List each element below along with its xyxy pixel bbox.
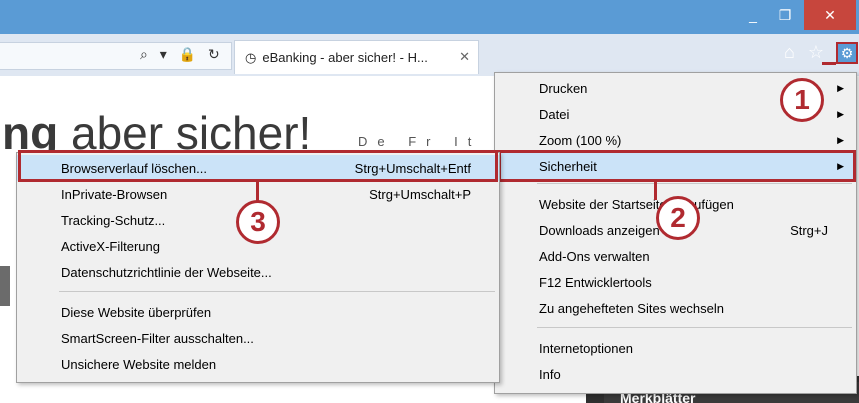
star-icon[interactable]: ☆ <box>808 42 824 62</box>
left-panel <box>0 266 10 306</box>
globe-icon: ◷ <box>245 49 257 65</box>
browserverlauf-outline <box>18 150 498 182</box>
menu-label: Website der Startseite hinzufügen <box>539 196 734 212</box>
step-two-badge: 2 <box>656 196 700 240</box>
toolbar-icons: ⌂ ☆ <box>784 42 832 63</box>
address-bar: ⌕ ▾ 🔒 ↻ ◷ eBanking - aber sicher! - H...… <box>0 34 859 76</box>
tab-close-icon[interactable]: ✕ <box>459 49 470 65</box>
menu-separator <box>59 291 495 292</box>
badge-two-connector <box>654 182 657 200</box>
menu-label: Datei <box>539 106 570 122</box>
address-icons[interactable]: ⌕ ▾ 🔒 ↻ <box>140 46 224 63</box>
step-three-badge: 3 <box>236 200 280 244</box>
menu-label: Zu angehefteten Sites wechseln <box>539 300 725 316</box>
tab-ebanking[interactable]: ◷ eBanking - aber sicher! - H... ✕ <box>234 40 479 74</box>
menu-label: SmartScreen-Filter ausschalten... <box>61 330 254 346</box>
menu-label: Add-Ons verwalten <box>539 248 650 264</box>
menu-item-f12[interactable]: F12 Entwicklertools <box>495 269 856 295</box>
menu-label: Tracking-Schutz... <box>61 212 166 228</box>
step-one-badge: 1 <box>780 78 824 122</box>
menu-item-pinned-sites[interactable]: Zu angehefteten Sites wechseln <box>495 295 856 321</box>
menu-label: InPrivate-Browsen <box>61 186 168 202</box>
menu-label: Datenschutzrichtlinie der Webseite... <box>61 264 272 280</box>
badge-three-connector <box>256 182 259 202</box>
submenu-arrow-icon: ▶ <box>837 108 844 119</box>
menu-label: Downloads anzeigen <box>539 222 660 238</box>
tab-title: eBanking - aber sicher! - H... <box>262 50 428 65</box>
menu-label: ActiveX-Filterung <box>61 238 160 254</box>
submenu-item-unsichere[interactable]: Unsichere Website melden <box>17 351 499 377</box>
menu-label: Diese Website überprüfen <box>61 304 212 320</box>
menu-label: Zoom (100 %) <box>539 132 622 148</box>
sicherheit-outline <box>498 150 856 182</box>
submenu-item-ueberpruefen[interactable]: Diese Website überprüfen <box>17 299 499 325</box>
close-button[interactable]: ✕ <box>804 0 856 30</box>
menu-item-info[interactable]: Info <box>495 361 856 387</box>
menu-label: F12 Entwicklertools <box>539 274 652 290</box>
menu-label: Info <box>539 366 561 382</box>
menu-separator <box>537 183 852 184</box>
submenu-arrow-icon: ▶ <box>837 82 844 93</box>
menu-label: Internetoptionen <box>539 340 633 356</box>
submenu-item-smartscreen[interactable]: SmartScreen-Filter ausschalten... <box>17 325 499 351</box>
home-icon[interactable]: ⌂ <box>784 42 795 62</box>
submenu-arrow-icon: ▶ <box>837 134 844 145</box>
title-bar: _ ❐ ✕ <box>0 0 859 34</box>
submenu-item-datenschutz[interactable]: Datenschutzrichtlinie der Webseite... <box>17 259 499 285</box>
menu-label: Drucken <box>539 80 588 96</box>
menu-label: Unsichere Website melden <box>61 356 217 372</box>
gear-icon[interactable]: ⚙ <box>836 42 858 64</box>
badge-one-connector <box>822 62 836 65</box>
menu-item-internetoptionen[interactable]: Internetoptionen <box>495 335 856 361</box>
menu-separator <box>537 327 852 328</box>
menu-item-addons[interactable]: Add-Ons verwalten <box>495 243 856 269</box>
maximize-button[interactable]: ❐ <box>762 0 808 30</box>
menu-shortcut: Strg+J <box>790 222 828 238</box>
menu-shortcut: Strg+Umschalt+P <box>369 186 471 202</box>
